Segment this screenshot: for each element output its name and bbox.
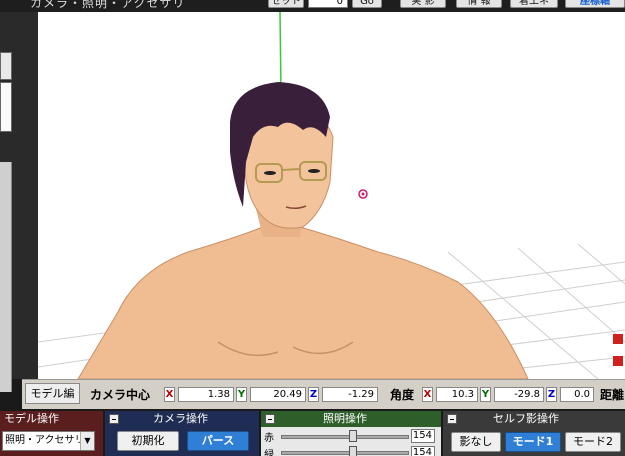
light-gizmo-icon	[613, 356, 623, 366]
collapse-icon[interactable]	[109, 414, 119, 424]
axis-z-label: Z	[308, 387, 319, 402]
camera-panel-title: カメラ操作	[153, 412, 208, 425]
axis-y-label: Y	[236, 387, 247, 402]
distance-label: 距離	[600, 388, 625, 402]
center-z-field[interactable]: -1.29	[322, 387, 378, 402]
dress-button[interactable]: 着工ネ	[510, 0, 558, 8]
shadow-panel-title: セルフ影操作	[493, 412, 559, 425]
chevron-down-icon: ▼	[80, 432, 94, 450]
left-panel-box	[0, 82, 12, 132]
axis-x-label: X	[164, 387, 175, 402]
camera-coord-row: モデル編 カメラ中心 X 1.38 Y 20.49 Z -1.29 角度 X 1…	[22, 379, 625, 409]
red-value-field[interactable]: 154	[411, 429, 435, 443]
green-value-field[interactable]: 154	[411, 446, 435, 456]
angle-z-axis-label: Z	[546, 387, 557, 402]
model-select-value: 照明・アクセサリ	[5, 435, 85, 446]
y-axis-line	[279, 12, 282, 93]
model-panel-title: モデル操作	[0, 411, 103, 427]
left-scrollbar[interactable]	[0, 162, 12, 392]
axis-toggle-button[interactable]: 座標軸	[565, 0, 625, 8]
left-panel-box	[0, 52, 12, 80]
light-panel-title: 照明操作	[323, 412, 367, 425]
frame-input[interactable]: 0	[308, 0, 348, 8]
3d-viewport[interactable]	[38, 12, 625, 379]
model-operation-panel: モデル操作 照明・アクセサリ ▼	[0, 411, 103, 456]
red-slider-thumb[interactable]	[349, 430, 357, 442]
collapse-icon[interactable]	[447, 414, 457, 424]
light-operation-panel: 照明操作 赤 154 緑 154	[261, 411, 441, 456]
shadow-mode2-button[interactable]: モード2	[565, 432, 621, 452]
character-body	[77, 226, 529, 379]
angle-y-field[interactable]: -29.8	[494, 387, 544, 402]
center-x-field[interactable]: 1.38	[178, 387, 234, 402]
angle-x-axis-label: X	[422, 387, 433, 402]
top-menu-bar: カメラ・照明・アクセサリ セット 0 Go 実 影 情 報 着工ネ 座標軸	[0, 0, 625, 12]
info-button[interactable]: 情 報	[456, 0, 502, 8]
angle-label: 角度	[390, 388, 415, 402]
self-shadow-panel: セルフ影操作 影なし モード1 モード2	[443, 411, 625, 456]
angle-y-axis-label: Y	[480, 387, 491, 402]
red-label: 赤	[264, 433, 274, 444]
go-button[interactable]: Go	[352, 0, 382, 8]
camera-operation-panel: カメラ操作 初期化 パース	[105, 411, 259, 456]
green-label: 緑	[264, 450, 274, 456]
collapse-icon[interactable]	[265, 414, 275, 424]
shadow-none-button[interactable]: 影なし	[451, 432, 501, 452]
model-edit-button[interactable]: モデル編	[25, 383, 80, 404]
model-select[interactable]: 照明・アクセサリ ▼	[2, 431, 95, 451]
light-gizmo-icon	[613, 334, 623, 344]
shadow-mode1-button[interactable]: モード1	[505, 432, 561, 452]
camera-center-label: カメラ中心	[90, 388, 151, 402]
window-title: カメラ・照明・アクセサリ	[30, 0, 186, 10]
left-panel-strip	[0, 12, 38, 392]
frame-set-button[interactable]: セット	[268, 0, 304, 8]
camera-reset-button[interactable]: 初期化	[117, 431, 179, 451]
real-shadow-button[interactable]: 実 影	[400, 0, 446, 8]
light-panel-header: 照明操作	[261, 411, 441, 427]
perspective-button[interactable]: パース	[187, 431, 249, 451]
green-slider-thumb[interactable]	[349, 446, 357, 456]
green-slider[interactable]	[281, 451, 409, 455]
center-y-field[interactable]: 20.49	[250, 387, 306, 402]
camera-panel-header: カメラ操作	[105, 411, 259, 427]
shadow-panel-header: セルフ影操作	[443, 411, 625, 427]
angle-z-field[interactable]: 0.0	[560, 387, 594, 402]
red-slider[interactable]	[281, 435, 409, 439]
viewport-scene	[38, 12, 625, 379]
angle-x-field[interactable]: 10.3	[436, 387, 478, 402]
